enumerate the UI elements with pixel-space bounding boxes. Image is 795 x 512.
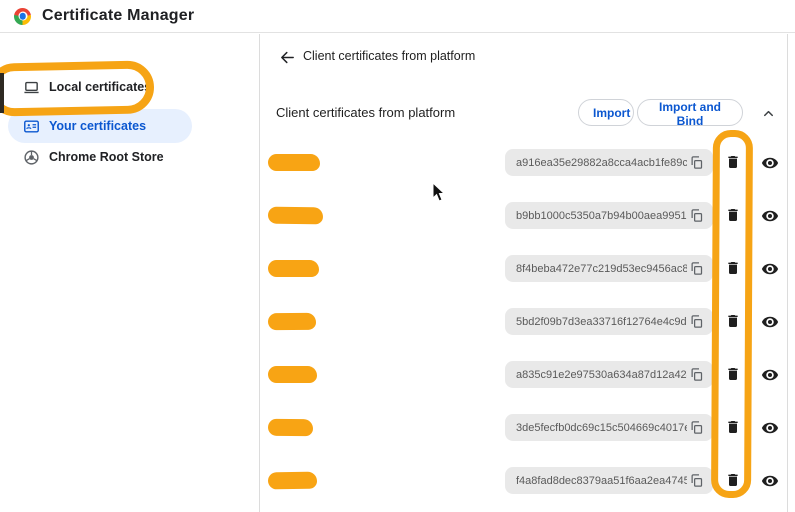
certificate-hash: f4a8fad8dec8379aa51f6aa2ea47458a…	[516, 474, 687, 487]
eye-icon	[761, 316, 779, 328]
redacted-name-marker	[267, 312, 317, 331]
copy-icon[interactable]	[687, 260, 705, 278]
certificate-row: f4a8fad8dec8379aa51f6aa2ea47458a…	[261, 454, 787, 507]
trash-icon	[728, 262, 738, 274]
sidebar-item-label: Your certificates	[49, 119, 147, 133]
delete-certificate-button[interactable]	[722, 151, 744, 173]
section-header: Client certificates from platform Import…	[261, 99, 787, 128]
import-and-bind-button[interactable]: Import and Bind	[637, 99, 743, 128]
eye-icon	[761, 263, 779, 275]
copy-icon[interactable]	[687, 207, 705, 225]
subpage-header: Client certificates from platform	[261, 45, 787, 69]
view-certificate-button[interactable]	[759, 311, 781, 333]
copy-icon[interactable]	[687, 366, 705, 384]
certificate-hash: 3de5fecfb0dc69c15c504669c4017e1b…	[516, 421, 687, 434]
chevron-up-icon	[763, 110, 773, 116]
view-certificate-button[interactable]	[759, 364, 781, 386]
redacted-name-marker	[267, 418, 314, 437]
copy-icon[interactable]	[687, 472, 705, 490]
certificate-hash-chip: b9bb1000c5350a7b94b00aea9951619…	[505, 202, 713, 229]
copy-icon[interactable]	[687, 419, 705, 437]
view-certificate-button[interactable]	[759, 417, 781, 439]
delete-certificate-button[interactable]	[722, 416, 744, 438]
sidebar: Local certificates Your certificates Chr…	[0, 34, 260, 512]
copy-icon[interactable]	[687, 313, 705, 331]
sidebar-item-chrome-root-store[interactable]: Chrome Root Store	[0, 141, 259, 173]
redacted-name-marker	[267, 206, 324, 225]
redacted-name-marker	[267, 471, 318, 490]
page-title: Certificate Manager	[42, 7, 195, 24]
delete-certificate-button[interactable]	[722, 363, 744, 385]
trash-icon	[728, 156, 738, 168]
trash-icon	[728, 315, 738, 327]
back-button[interactable]	[275, 45, 299, 69]
eye-icon	[761, 475, 779, 487]
trash-icon	[728, 209, 738, 221]
eye-icon	[761, 210, 779, 222]
delete-certificate-button[interactable]	[722, 469, 744, 491]
view-certificate-button[interactable]	[759, 205, 781, 227]
certificate-hash-chip: f4a8fad8dec8379aa51f6aa2ea47458a…	[505, 467, 713, 494]
delete-certificate-button[interactable]	[722, 257, 744, 279]
certificate-hash-chip: 3de5fecfb0dc69c15c504669c4017e1b…	[505, 414, 713, 441]
eye-icon	[761, 369, 779, 381]
redacted-name-marker	[268, 154, 320, 171]
subpage-title: Client certificates from platform	[303, 49, 476, 63]
certificate-list: a916ea35e29882a8cca4acb1fe89cbe… b9bb100…	[261, 136, 787, 507]
app-header: Certificate Manager	[0, 0, 795, 33]
certificate-row: a835c91e2e97530a634a87d12a42462…	[261, 348, 787, 401]
delete-certificate-button[interactable]	[722, 204, 744, 226]
arrow-back-icon	[280, 51, 294, 63]
trash-icon	[728, 474, 738, 486]
view-certificate-button[interactable]	[759, 470, 781, 492]
section-title: Client certificates from platform	[276, 105, 456, 120]
chrome-logo-icon	[14, 7, 31, 25]
sidebar-item-local-certificates[interactable]: Local certificates	[0, 71, 259, 103]
certificate-hash-chip: a916ea35e29882a8cca4acb1fe89cbe…	[505, 149, 713, 176]
certificate-row: 8f4beba472e77c219d53ec9456ac840…	[261, 242, 787, 295]
certificate-hash: a835c91e2e97530a634a87d12a42462…	[516, 368, 687, 381]
sidebar-item-label: Chrome Root Store	[49, 150, 164, 164]
certificate-hash-chip: 5bd2f09b7d3ea33716f12764e4c9dc0…	[505, 308, 713, 335]
certificate-row: b9bb1000c5350a7b94b00aea9951619…	[261, 189, 787, 242]
view-certificate-button[interactable]	[759, 152, 781, 174]
main-panel: Client certificates from platform Client…	[261, 34, 788, 512]
certificate-row: 5bd2f09b7d3ea33716f12764e4c9dc0…	[261, 295, 787, 348]
sidebar-item-label: Local certificates	[49, 80, 152, 94]
certificate-hash-chip: a835c91e2e97530a634a87d12a42462…	[505, 361, 713, 388]
redacted-name-marker	[268, 366, 317, 383]
view-certificate-button[interactable]	[759, 258, 781, 280]
certificate-hash: 8f4beba472e77c219d53ec9456ac840…	[516, 262, 687, 275]
certificate-hash: b9bb1000c5350a7b94b00aea9951619…	[516, 209, 687, 222]
collapse-section-button[interactable]	[756, 101, 780, 125]
delete-certificate-button[interactable]	[722, 310, 744, 332]
import-button[interactable]: Import	[578, 99, 634, 126]
id-card-icon	[22, 117, 40, 135]
laptop-icon	[22, 78, 40, 96]
copy-icon[interactable]	[687, 154, 705, 172]
trash-icon	[728, 368, 738, 380]
eye-icon	[761, 422, 779, 434]
redacted-name-marker	[268, 260, 319, 277]
chrome-store-icon	[22, 148, 40, 166]
certificate-row: a916ea35e29882a8cca4acb1fe89cbe…	[261, 136, 787, 189]
certificate-row: 3de5fecfb0dc69c15c504669c4017e1b…	[261, 401, 787, 454]
trash-icon	[728, 421, 738, 433]
sidebar-item-your-certificates[interactable]: Your certificates	[8, 109, 192, 143]
certificate-hash: 5bd2f09b7d3ea33716f12764e4c9dc0…	[516, 315, 687, 328]
eye-icon	[761, 157, 779, 169]
certificate-hash: a916ea35e29882a8cca4acb1fe89cbe…	[516, 156, 687, 169]
certificate-hash-chip: 8f4beba472e77c219d53ec9456ac840…	[505, 255, 713, 282]
